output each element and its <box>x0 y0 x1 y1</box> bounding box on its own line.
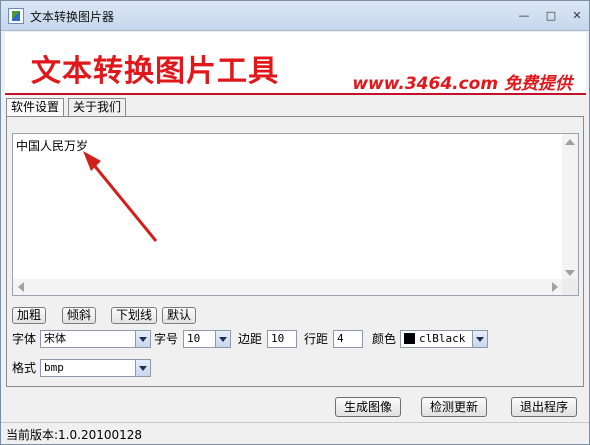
app-window: 文本转换图片器 — □ ✕ 文本转换图片工具 www.3464.com 免费提供… <box>0 0 590 445</box>
scroll-right-icon[interactable] <box>552 282 558 292</box>
generate-image-button[interactable]: 生成图像 <box>335 397 402 417</box>
title-bar[interactable]: 文本转换图片器 — □ ✕ <box>1 1 589 31</box>
scroll-up-icon[interactable] <box>565 139 575 145</box>
version-text: 当前版本:1.0.20100128 <box>6 428 143 442</box>
size-select[interactable]: 10 <box>183 330 231 348</box>
horizontal-scrollbar[interactable] <box>13 279 563 295</box>
format-select[interactable]: bmp <box>40 359 151 377</box>
margin-field[interactable]: 10 <box>267 330 297 348</box>
minimize-icon[interactable]: — <box>513 8 535 24</box>
line-spacing-field[interactable]: 4 <box>333 330 363 348</box>
status-bar: 当前版本:1.0.20100128 <box>1 422 589 444</box>
color-select[interactable]: clBlack <box>400 330 488 348</box>
chevron-down-icon[interactable] <box>215 331 230 347</box>
scroll-down-icon[interactable] <box>565 270 575 276</box>
close-icon[interactable]: ✕ <box>566 8 588 24</box>
font-label: 字体 <box>12 332 37 346</box>
color-select-value: clBlack <box>419 332 466 345</box>
exit-program-button[interactable]: 退出程序 <box>511 397 578 417</box>
color-swatch <box>404 333 415 344</box>
size-label: 字号 <box>154 332 179 346</box>
banner-subtitle: www.3464.com 免费提供 <box>352 74 572 94</box>
font-select-value: 宋体 <box>44 332 66 345</box>
scroll-left-icon[interactable] <box>18 282 24 292</box>
vertical-scrollbar[interactable] <box>562 134 578 280</box>
color-label: 颜色 <box>372 332 397 346</box>
scroll-corner <box>562 279 578 295</box>
app-icon <box>8 8 24 24</box>
format-select-value: bmp <box>44 361 64 374</box>
underline-button[interactable]: 下划线 <box>111 307 158 324</box>
size-select-value: 10 <box>187 332 201 345</box>
bold-button[interactable]: 加粗 <box>12 307 47 324</box>
text-input-content: 中国人民万岁 <box>16 139 89 153</box>
chevron-down-icon[interactable] <box>472 331 487 347</box>
chevron-down-icon[interactable] <box>135 331 150 347</box>
chevron-down-icon[interactable] <box>135 360 150 376</box>
margin-label: 边距 <box>238 332 263 346</box>
text-input-area[interactable]: 中国人民万岁 <box>12 133 579 296</box>
tab-software-settings[interactable]: 软件设置 <box>6 98 65 117</box>
banner-title: 文本转换图片工具 <box>31 54 279 89</box>
default-button[interactable]: 默认 <box>162 307 197 324</box>
window-title: 文本转换图片器 <box>30 10 115 24</box>
settings-panel: 中国人民万岁 加粗 倾斜 下划线 默认 字体 宋体 字号 10 边距 10 行距… <box>6 116 584 387</box>
banner: 文本转换图片工具 www.3464.com 免费提供 <box>5 32 586 95</box>
format-label: 格式 <box>12 361 37 375</box>
check-update-button[interactable]: 检测更新 <box>421 397 488 417</box>
maximize-icon[interactable]: □ <box>540 8 562 24</box>
italic-button[interactable]: 倾斜 <box>62 307 97 324</box>
font-select[interactable]: 宋体 <box>40 330 151 348</box>
line-spacing-label: 行距 <box>304 332 329 346</box>
tab-about-us[interactable]: 关于我们 <box>68 98 127 116</box>
